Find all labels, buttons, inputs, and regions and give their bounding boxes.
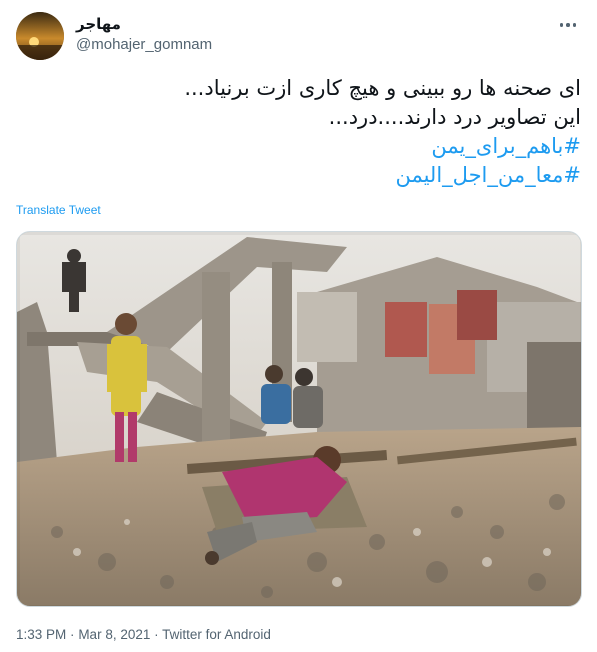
display-name[interactable]: مهاجر: [76, 15, 121, 33]
tweet-source[interactable]: Twitter for Android: [162, 627, 271, 642]
tweet-text-line: این تصاویر درد دارند....درد...: [328, 105, 581, 129]
user-handle[interactable]: @mohajer_gomnam: [76, 36, 212, 53]
tweet-text: ای صحنه ها رو ببینی و هیچ کاری ازت برنیا…: [16, 74, 581, 190]
meta-separator: ·: [154, 627, 159, 642]
sunset-avatar-icon[interactable]: [16, 12, 64, 60]
tweet-time[interactable]: 1:33 PM: [16, 627, 66, 642]
hashtag-link[interactable]: #معا_من_اجل_اليمن: [16, 161, 581, 190]
tweet-text-line: ای صحنه ها رو ببینی و هیچ کاری ازت برنیا…: [184, 76, 581, 100]
translate-tweet-link[interactable]: Translate Tweet: [16, 203, 101, 217]
meta-separator: ·: [70, 627, 75, 642]
war-ruins-children-photo: [17, 232, 581, 606]
tweet-photo[interactable]: [16, 231, 582, 607]
tweet-date[interactable]: Mar 8, 2021: [78, 627, 150, 642]
tweet-card: مهاجر @mohajer_gomnam ای صحنه ها رو ببین…: [0, 0, 597, 652]
hashtag-link[interactable]: #باهم_برای_یمن: [16, 132, 581, 161]
tweet-metadata: 1:33 PM · Mar 8, 2021 · Twitter for Andr…: [16, 627, 271, 642]
more-options-icon[interactable]: [555, 14, 581, 36]
